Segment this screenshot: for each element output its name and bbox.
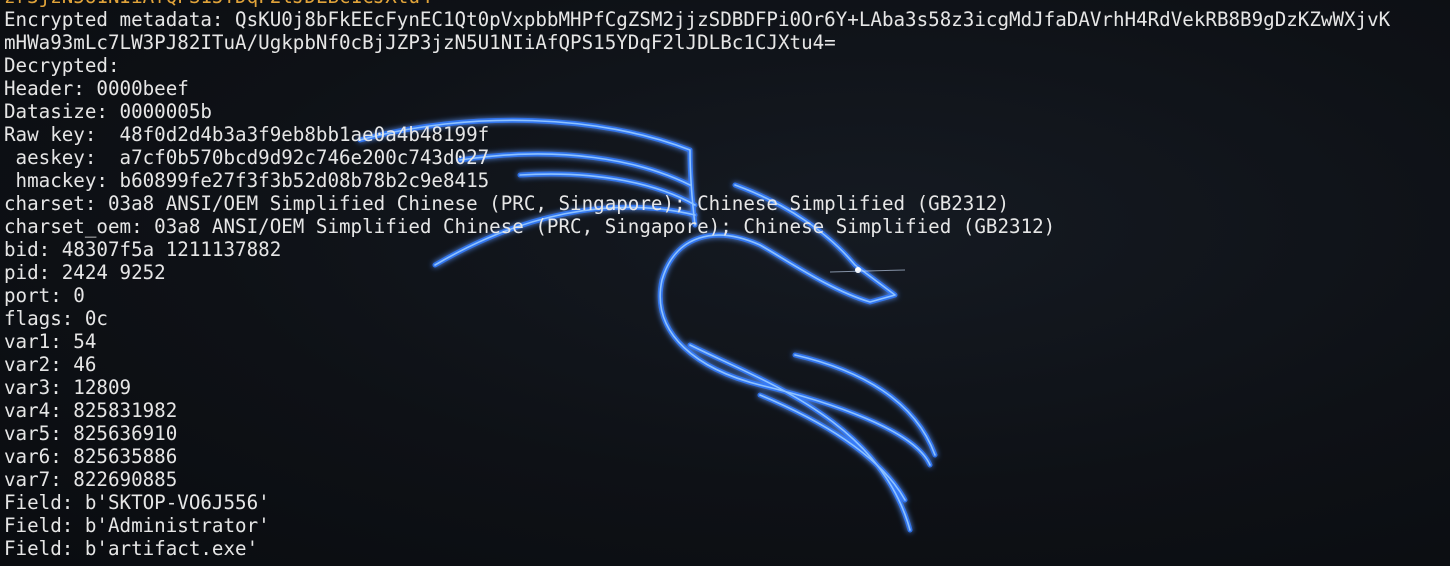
terminal-line: var5: 825636910 [4,422,178,445]
terminal-line: Header: 0000beef [4,77,189,100]
terminal-line: mHWa93mLc7LW3PJ82ITuA/UgkpbNf0cBjJZP3jzN… [4,31,836,54]
terminal-line: zr3jzN5U1NIiAfQPS15YDqF2lJDLBc1CJXtu4= [4,0,1390,8]
terminal-line: var2: 46 [4,353,97,376]
terminal-line: aeskey: a7cf0b570bcd9d92c746e200c743d027 [4,146,490,169]
terminal-line: bid: 48307f5a 1211137882 [4,238,282,261]
terminal-line: var3: 12809 [4,376,132,399]
terminal-line: Datasize: 0000005b [4,100,212,123]
terminal-line: Field: b'SKTOP-VO6J556' [4,491,270,514]
terminal-line: pid: 2424 9252 [4,261,166,284]
terminal-output: zr3jzN5U1NIiAfQPS15YDqF2lJDLBc1CJXtu4=En… [4,0,1390,560]
terminal-line: var7: 822690885 [4,468,178,491]
terminal-line: charset_oem: 03a8 ANSI/OEM Simplified Ch… [4,215,1056,238]
terminal-line: port: 0 [4,284,85,307]
terminal-line: Encrypted metadata: QsKU0j8bFkEEcFynEC1Q… [4,8,1391,31]
terminal-line: Field: b'artifact.exe' [4,537,259,560]
terminal-line: charset: 03a8 ANSI/OEM Simplified Chines… [4,192,1010,215]
terminal-line: flags: 0c [4,307,108,330]
terminal-line: var4: 825831982 [4,399,178,422]
terminal-line: Raw key: 48f0d2d4b3a3f9eb8bb1ae0a4b48199… [4,123,490,146]
terminal-line: Decrypted: [4,54,120,77]
terminal-line: var1: 54 [4,330,97,353]
terminal-line: hmackey: b60899fe27f3f3b52d08b78b2c9e841… [4,169,490,192]
terminal-line: var6: 825635886 [4,445,178,468]
terminal-window[interactable]: zr3jzN5U1NIiAfQPS15YDqF2lJDLBc1CJXtu4=En… [0,0,1450,566]
terminal-line: Field: b'Administrator' [4,514,270,537]
